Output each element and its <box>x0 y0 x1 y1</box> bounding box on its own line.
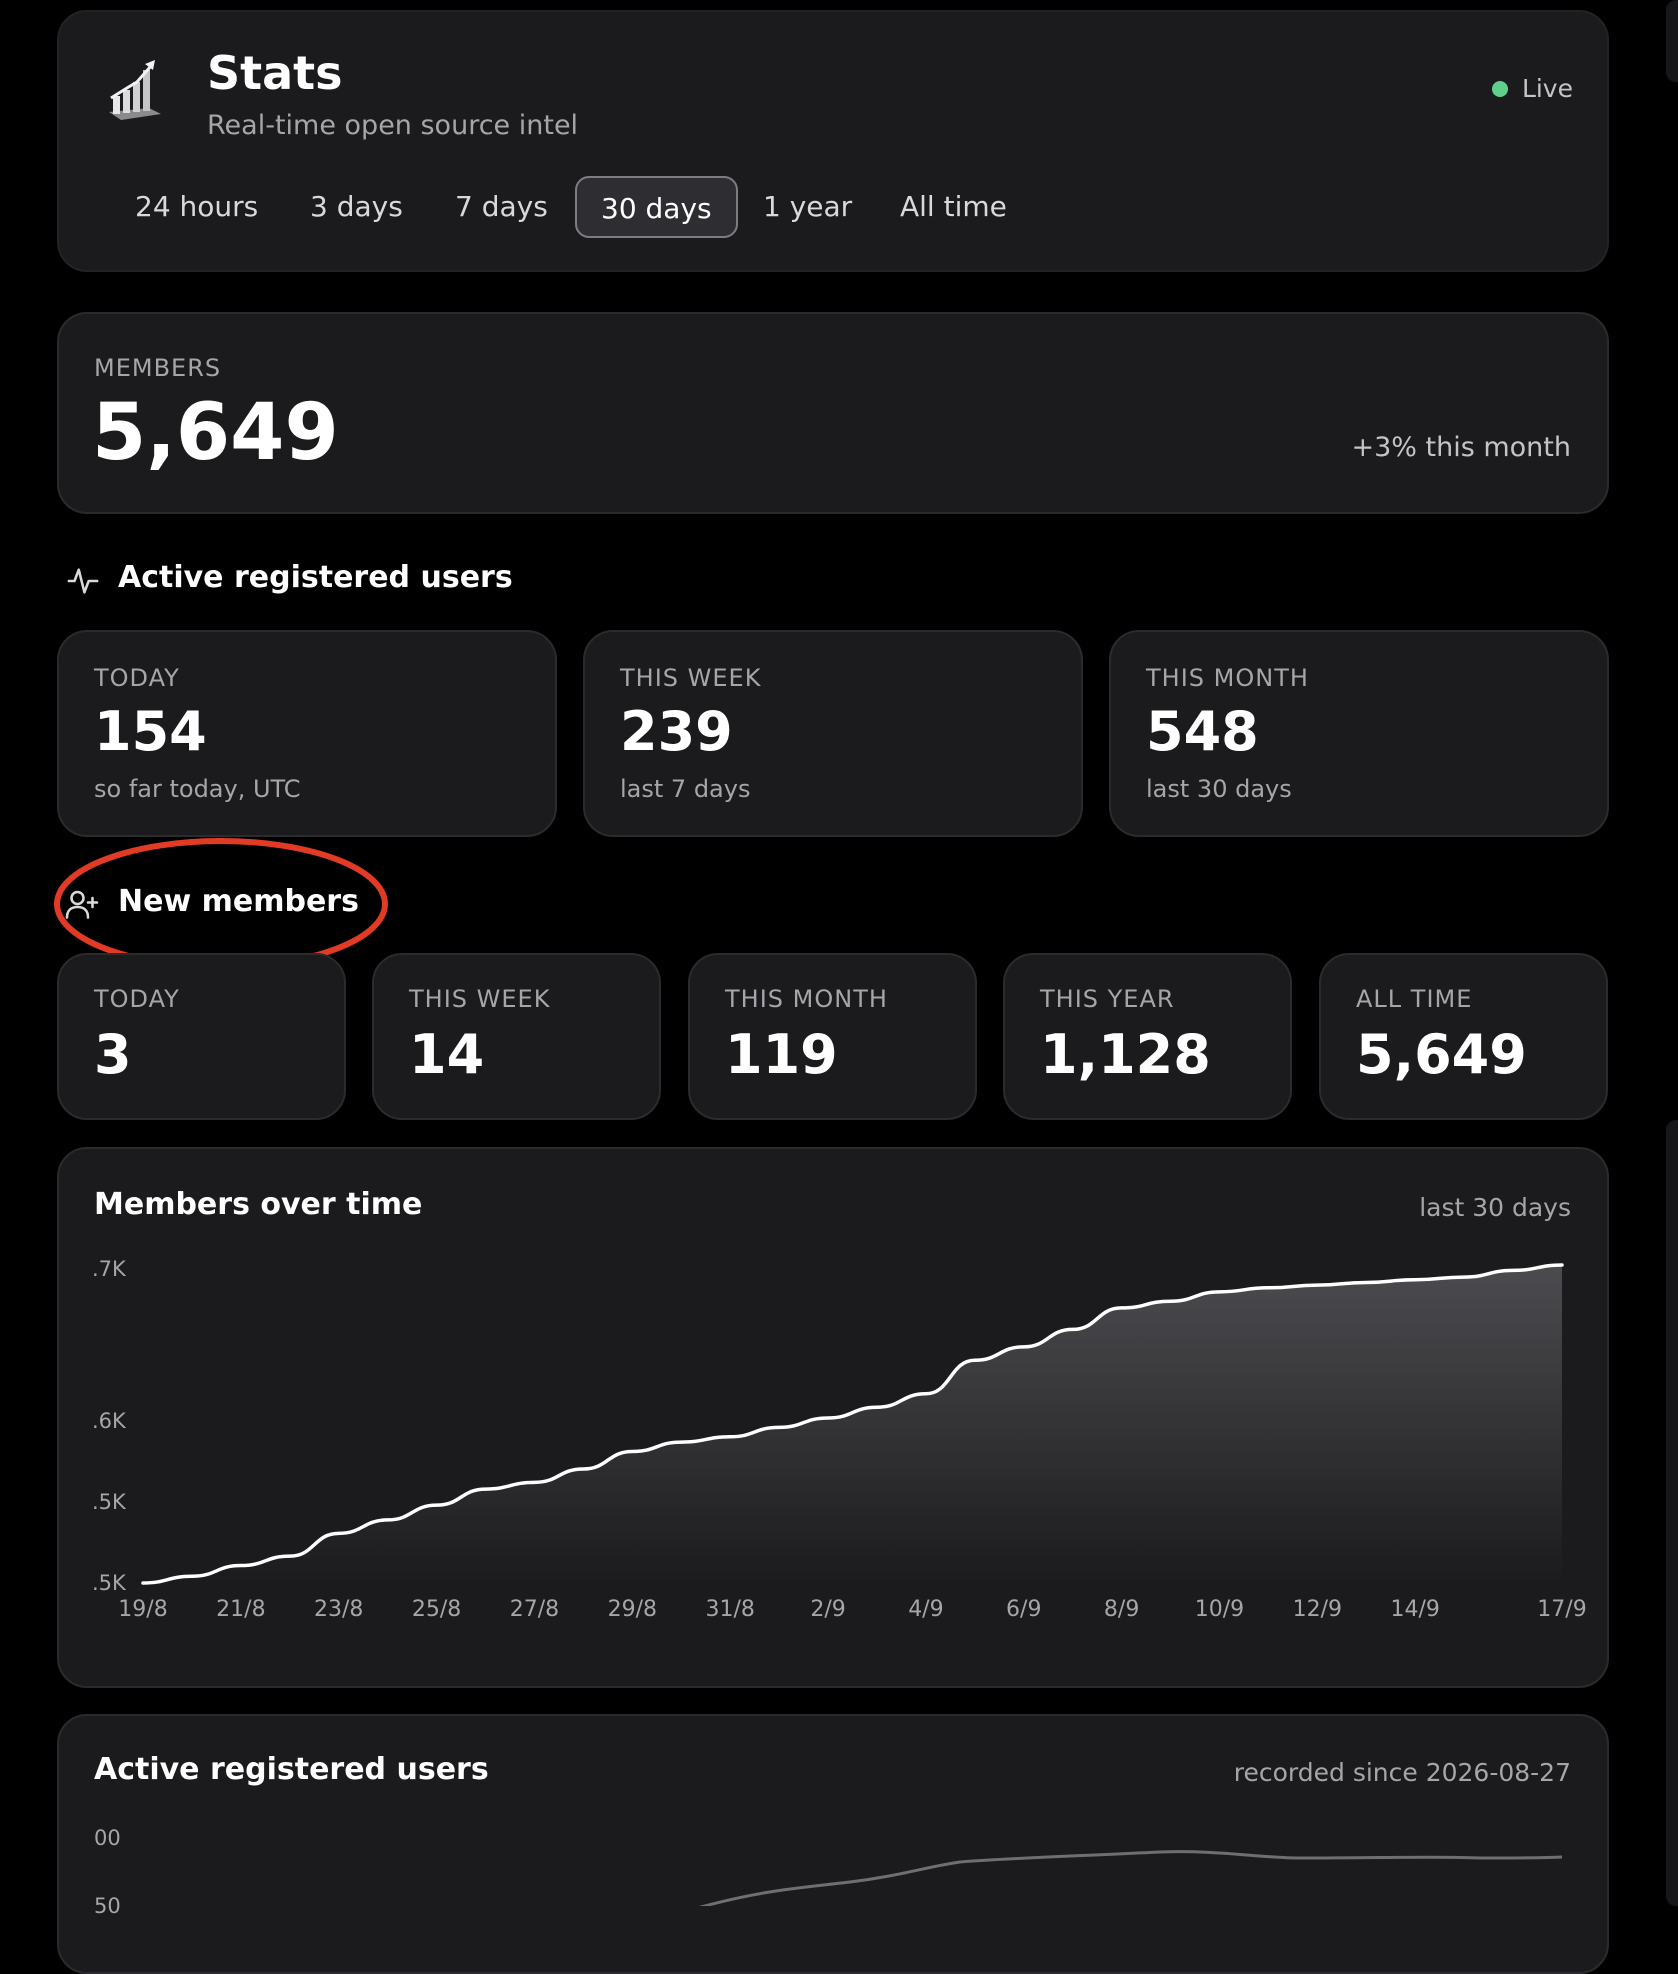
tab-3-days[interactable]: 3 days <box>310 176 403 238</box>
y-tick-label: .7K <box>92 1257 126 1281</box>
x-tick-label: 8/9 <box>1103 1597 1140 1622</box>
bar-chart-3d-icon <box>109 60 161 120</box>
y-tick-label: .6K <box>92 1409 126 1433</box>
stat-label: THIS MONTH <box>1146 664 1309 692</box>
stat-subtext: last 30 days <box>1146 775 1292 803</box>
stat-value: 14 <box>409 1023 485 1086</box>
x-tick-label: 19/8 <box>118 1597 168 1622</box>
x-tick-label: 2/9 <box>810 1597 846 1622</box>
tab-7-days[interactable]: 7 days <box>455 176 548 238</box>
stat-value: 548 <box>1146 700 1259 763</box>
y-tick-label: .5K <box>92 1571 126 1595</box>
members-label: MEMBERS <box>94 354 222 382</box>
stat-label: TODAY <box>94 985 180 1013</box>
chart-period: last 30 days <box>1419 1193 1571 1222</box>
y-tick-label: .5K <box>92 1490 126 1514</box>
stat-value: 239 <box>620 700 733 763</box>
x-tick-label: 23/8 <box>314 1597 364 1622</box>
page-title: Stats <box>207 46 343 100</box>
active-chart-card: Active registered users recorded since 2… <box>57 1714 1609 1974</box>
x-tick-label: 25/8 <box>411 1597 462 1622</box>
x-tick-label: 12/9 <box>1292 1597 1343 1622</box>
tab-1-year[interactable]: 1 year <box>763 176 852 238</box>
stat-subtext: last 7 days <box>620 775 751 803</box>
stat-value: 5,649 <box>1356 1023 1527 1086</box>
new-week-card: THIS WEEK 14 <box>372 953 661 1120</box>
stat-label: THIS MONTH <box>725 985 888 1013</box>
new-alltime-card: ALL TIME 5,649 <box>1319 953 1608 1120</box>
right-edge-panel-lower <box>1666 1120 1678 1906</box>
stat-value: 1,128 <box>1040 1023 1211 1086</box>
members-change: +3% this month <box>1351 432 1571 463</box>
chart-title: Members over time <box>94 1187 423 1222</box>
live-label: Live <box>1521 74 1573 103</box>
y-tick-label: 50 <box>94 1894 121 1918</box>
new-year-card: THIS YEAR 1,128 <box>1003 953 1292 1120</box>
page-subtitle: Real-time open source intel <box>207 110 579 141</box>
tab-all-time[interactable]: All time <box>900 176 1007 238</box>
stat-subtext: so far today, UTC <box>94 775 301 803</box>
new-month-card: THIS MONTH 119 <box>688 953 977 1120</box>
x-tick-label: 10/9 <box>1194 1597 1245 1622</box>
stat-value: 154 <box>94 700 207 763</box>
active-month-card: THIS MONTH 548 last 30 days <box>1109 630 1609 837</box>
stat-label: TODAY <box>94 664 180 692</box>
right-edge-panel <box>1666 0 1678 82</box>
active-users-heading: Active registered users <box>118 560 513 595</box>
stat-value: 3 <box>94 1023 132 1086</box>
x-tick-label: 27/8 <box>509 1597 560 1622</box>
live-status-dot-icon <box>1491 80 1508 97</box>
members-value: 5,649 <box>92 388 339 478</box>
stat-label: THIS YEAR <box>1040 985 1175 1013</box>
x-tick-label: 21/8 <box>216 1597 266 1622</box>
x-tick-label: 4/9 <box>908 1597 944 1622</box>
new-today-card: TODAY 3 <box>57 953 346 1120</box>
x-tick-label: 29/8 <box>607 1597 657 1622</box>
stat-label: ALL TIME <box>1356 985 1473 1013</box>
activity-pulse-icon <box>67 568 99 594</box>
members-total-card: MEMBERS 5,649 +3% this month <box>57 312 1609 514</box>
stat-value: 119 <box>725 1023 838 1086</box>
y-tick-label: 00 <box>94 1826 121 1850</box>
tab-24-hours[interactable]: 24 hours <box>135 176 258 238</box>
stat-label: THIS WEEK <box>620 664 762 692</box>
x-tick-label: 31/8 <box>705 1597 755 1622</box>
active-week-card: THIS WEEK 239 last 7 days <box>583 630 1083 837</box>
stat-label: THIS WEEK <box>409 985 551 1013</box>
active-today-card: TODAY 154 so far today, UTC <box>57 630 557 837</box>
chart-recorded-since: recorded since 2026-08-27 <box>1233 1758 1571 1787</box>
chart-title: Active registered users <box>94 1752 489 1787</box>
x-tick-label: 6/9 <box>1006 1597 1042 1622</box>
x-tick-label: 17/9 <box>1537 1597 1587 1622</box>
tab-30-days[interactable]: 30 days <box>575 176 738 238</box>
x-tick-label: 14/9 <box>1390 1597 1440 1622</box>
live-indicator: Live <box>1491 74 1573 103</box>
